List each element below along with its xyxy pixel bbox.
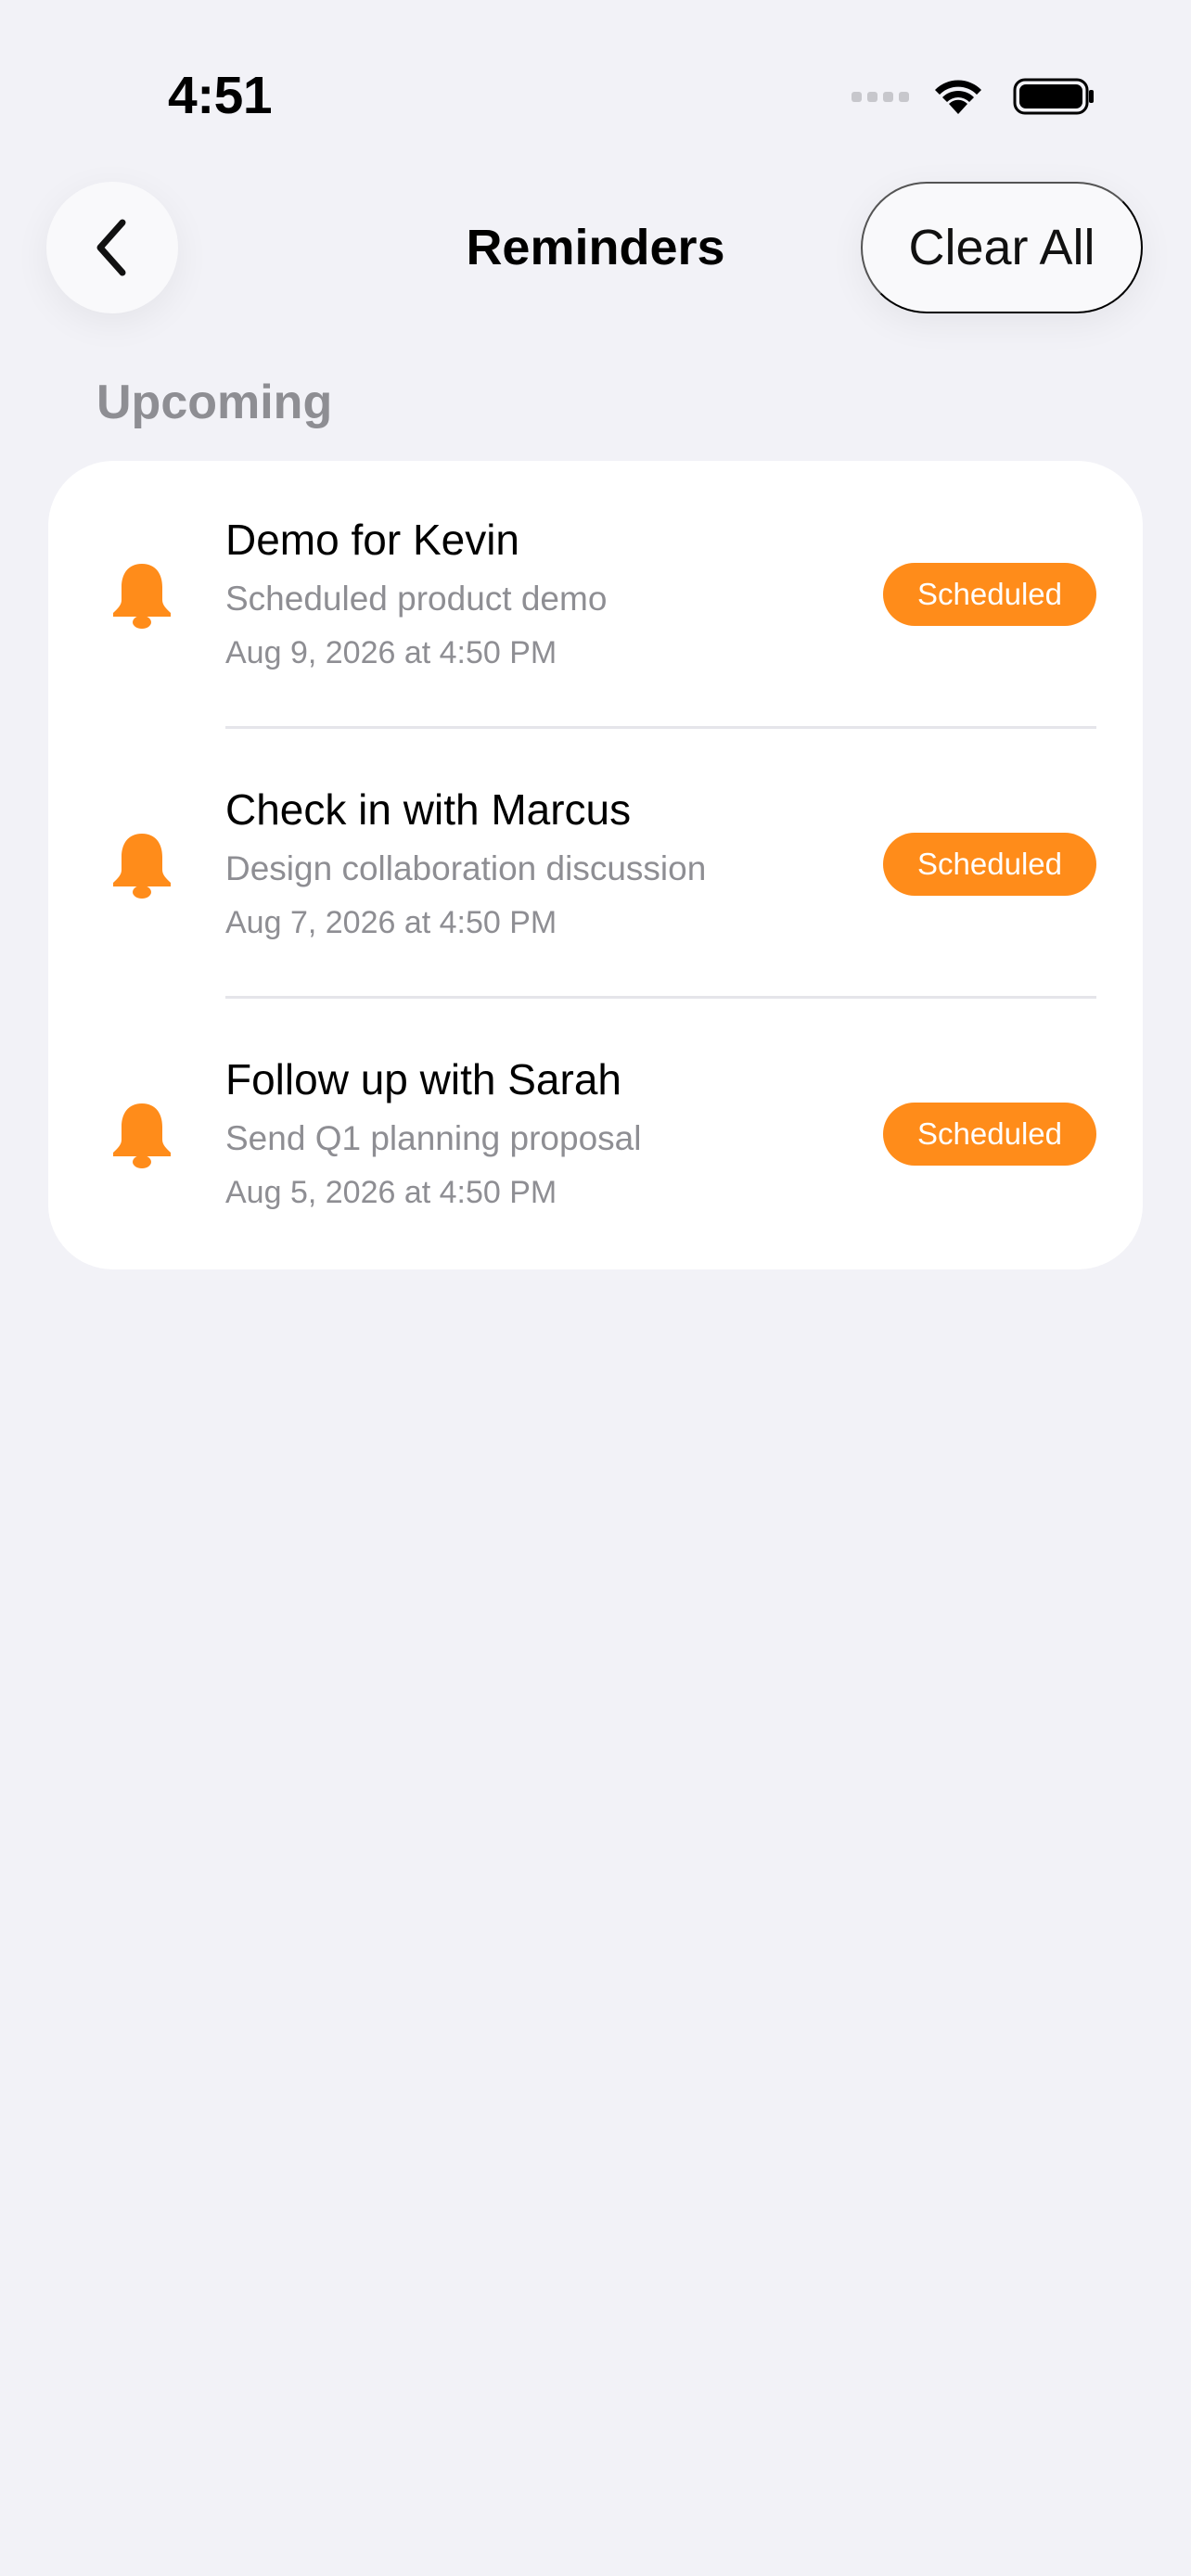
status-time: 4:51 (168, 66, 273, 125)
status-badge: Scheduled (883, 1103, 1096, 1166)
reminder-subtitle: Send Q1 planning proposal (225, 1119, 642, 1157)
section-header-upcoming: Upcoming (96, 376, 333, 429)
reminder-date: Aug 5, 2026 at 4:50 PM (225, 1175, 557, 1210)
reminder-row[interactable]: Follow up with Sarah Send Q1 planning pr… (48, 1001, 1143, 1270)
battery-icon (1013, 78, 1094, 115)
reminder-row[interactable]: Demo for Kevin Scheduled product demo Au… (48, 461, 1143, 731)
wifi-icon (935, 80, 981, 114)
row-divider (225, 726, 1096, 729)
reminder-row[interactable]: Check in with Marcus Design collaboratio… (48, 731, 1143, 1001)
status-badge: Scheduled (883, 833, 1096, 896)
reminders-screen: 4:51 Reminders Clear All Upcoming Demo f… (0, 0, 1191, 2576)
row-divider (225, 996, 1096, 999)
reminder-title: Follow up with Sarah (225, 1055, 621, 1103)
reminder-title: Check in with Marcus (225, 785, 632, 834)
reminders-list: Demo for Kevin Scheduled product demo Au… (48, 461, 1143, 1269)
bell-icon (113, 564, 171, 629)
reminder-date: Aug 9, 2026 at 4:50 PM (225, 635, 557, 670)
clear-all-button[interactable]: Clear All (861, 182, 1143, 313)
reminder-subtitle: Scheduled product demo (225, 580, 608, 618)
reminder-subtitle: Design collaboration discussion (225, 849, 707, 887)
status-badge: Scheduled (883, 563, 1096, 626)
bell-icon (113, 834, 171, 899)
bell-icon (113, 1103, 171, 1168)
reminder-title: Demo for Kevin (225, 516, 520, 564)
reminder-date: Aug 7, 2026 at 4:50 PM (225, 905, 557, 940)
status-icons (852, 69, 1095, 124)
cellular-signal-icon (852, 91, 909, 102)
